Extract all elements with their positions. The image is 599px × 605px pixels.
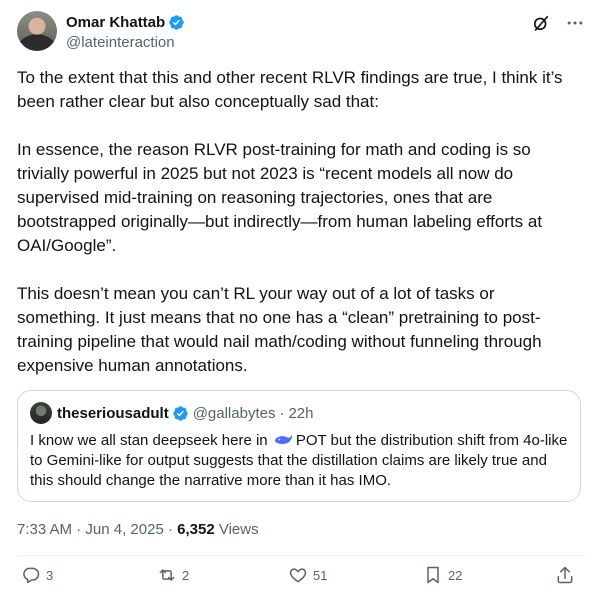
tweet-date[interactable]: Jun 4, 2025 <box>85 521 163 538</box>
display-name-row: Omar Khattab <box>66 12 185 32</box>
like-count: 51 <box>313 567 328 583</box>
like-button[interactable]: 51 <box>288 565 327 585</box>
quoted-text-part-1: I know we all stan deepseek here in <box>30 432 272 449</box>
bookmark-button[interactable]: 22 <box>423 565 462 585</box>
quoted-tweet[interactable]: theseriousadult @gallabytes · 22h I know… <box>17 390 581 502</box>
tweet-text: To the extent that this and other recent… <box>17 68 563 375</box>
bookmark-icon <box>427 566 439 584</box>
reply-icon <box>23 567 40 584</box>
quoted-separator: · <box>279 404 285 422</box>
author-block: Omar Khattab @lateinteraction <box>66 12 185 51</box>
repost-count: 2 <box>182 567 190 583</box>
verified-badge-icon <box>172 405 188 421</box>
quoted-handle: @gallabytes <box>192 404 276 422</box>
handle[interactable]: @lateinteraction <box>66 34 185 51</box>
tweet-time[interactable]: 7:33 AM <box>17 521 72 538</box>
divider <box>17 555 585 556</box>
tweet-meta: 7:33 AM · Jun 4, 2025 · 6,352 Views <box>17 521 259 538</box>
quoted-tweet-header: theseriousadult @gallabytes · 22h <box>30 402 314 424</box>
deepseek-whale-icon <box>274 434 293 445</box>
tweet: Omar Khattab @lateinteraction To the ext… <box>0 0 599 605</box>
views-count[interactable]: 6,352 <box>177 521 215 538</box>
action-bar: 3 2 51 22 <box>17 565 585 595</box>
views-label: Views <box>214 521 259 538</box>
avatar[interactable] <box>17 11 57 51</box>
like-icon <box>289 568 307 583</box>
repost-button[interactable]: 2 <box>157 565 189 585</box>
more-icon[interactable] <box>565 13 585 33</box>
verified-badge-icon <box>169 14 184 30</box>
share-icon <box>557 566 573 584</box>
meta-separator: · <box>163 521 178 538</box>
meta-separator: · <box>72 521 86 538</box>
reply-button[interactable]: 3 <box>21 565 53 585</box>
bookmark-count: 22 <box>448 567 463 583</box>
grok-icon[interactable] <box>531 13 551 33</box>
quoted-display-name: theseriousadult <box>57 404 169 422</box>
retweet-icon <box>159 569 175 581</box>
share-button[interactable] <box>555 565 580 585</box>
quoted-tweet-text: I know we all stan deepseek here in POT … <box>30 431 568 491</box>
reply-count: 3 <box>46 567 54 583</box>
quoted-avatar <box>30 402 52 424</box>
header-actions <box>531 13 585 33</box>
tweet-header: Omar Khattab @lateinteraction <box>17 11 585 55</box>
display-name[interactable]: Omar Khattab <box>66 14 165 31</box>
quoted-time: 22h <box>288 404 314 422</box>
